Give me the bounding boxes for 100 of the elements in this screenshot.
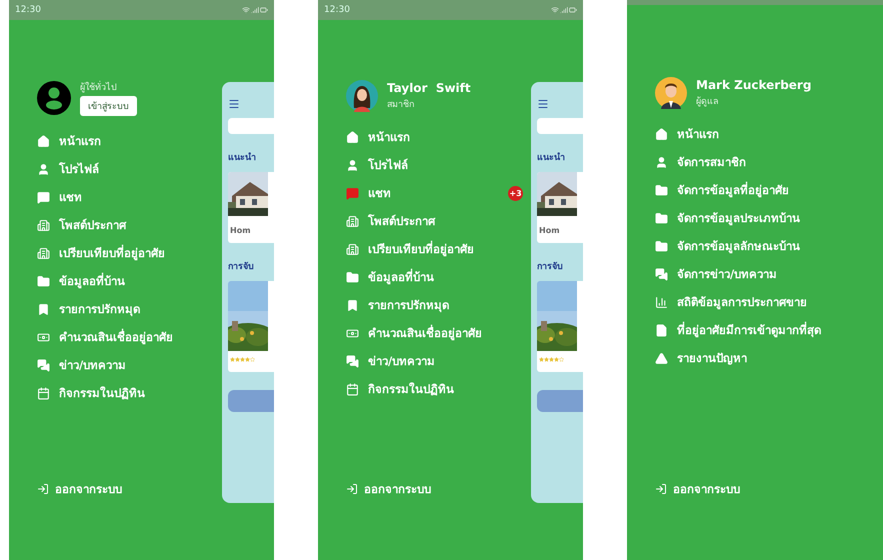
menu-label: เปรียบเทียบที่อยู่อาศัย (59, 244, 166, 262)
menu-item[interactable]: หน้าแรก (655, 125, 883, 143)
menu-item[interactable]: รายการปรักหมุด (346, 296, 531, 314)
status-time: 12:30 (324, 5, 350, 15)
battery-icon (260, 6, 268, 14)
menu-label: โพสต์ประกาศ (59, 217, 128, 234)
home-icon (655, 128, 668, 140)
logout-item[interactable]: ออกจากระบบ (346, 480, 531, 498)
menu-label: คำนวณสินเชื่ออยู่อาศัย (59, 328, 174, 346)
menu-item[interactable]: ที่อยู่อาศัยมีการเข้าดูมากที่สุด (655, 321, 883, 339)
building-icon (37, 218, 50, 232)
chat-bubbles-icon (346, 354, 359, 368)
search-field[interactable] (537, 118, 583, 134)
avatar-icon (655, 77, 687, 109)
menu-label: แชท (59, 189, 83, 206)
menu-label: หน้าแรก (368, 129, 411, 146)
menu-item[interactable]: แชท +3 (346, 184, 531, 202)
listing-card[interactable] (228, 281, 274, 372)
folder-icon (346, 270, 359, 284)
menu-item[interactable]: ข่าว/บทความ (346, 352, 531, 370)
exit-icon (37, 483, 49, 495)
chat-bubbles-icon (37, 358, 50, 372)
bookmark-icon (37, 302, 50, 316)
logout-item[interactable]: ออกจากระบบ (655, 480, 883, 498)
menu-item[interactable]: หน้าแรก (346, 128, 531, 146)
user-role: ผู้ใช้ทั่วไป (80, 80, 137, 94)
menu-label: คำนวณสินเชื่ออยู่อาศัย (368, 324, 483, 342)
chat-icon (37, 190, 50, 204)
building-icon (37, 246, 50, 260)
menu-label: จัดการข้อมูลประเภทบ้าน (677, 210, 801, 227)
menu-item[interactable]: หน้าแรก (37, 132, 222, 150)
menu-item[interactable]: กิจกรรมในปฏิทิน (37, 384, 222, 402)
menu-item[interactable]: โปรไฟล์ (346, 156, 531, 174)
menu-item[interactable]: คำนวณสินเชื่ออยู่อาศัย (346, 324, 531, 342)
user-role: สมาชิก (387, 98, 415, 111)
signal-icon (560, 6, 568, 14)
menu-label: จัดการข้อมูลที่อยู่อาศัย (677, 181, 790, 199)
menu-icon[interactable] (537, 98, 549, 110)
menu-item[interactable]: สถิติข้อมูลการประกาศขาย (655, 293, 883, 311)
document-icon (655, 324, 668, 336)
menu-label: โปรไฟล์ (59, 161, 100, 178)
chat-icon (346, 186, 359, 200)
menu-item[interactable]: รายการปรักหมุด (37, 300, 222, 318)
battery-icon (569, 6, 577, 14)
menu-item[interactable]: จัดการข่าว/บทความ (655, 265, 883, 283)
bookmark-icon (346, 298, 359, 312)
menu-item[interactable]: ข่าว/บทความ (37, 356, 222, 374)
menu-label: รายการปรักหมุด (59, 301, 141, 318)
wifi-icon (242, 6, 250, 14)
listing-card[interactable]: Hom (537, 172, 583, 243)
menu-item[interactable]: โพสต์ประกาศ (37, 216, 222, 234)
menu-item[interactable]: จัดการข้อมูลที่อยู่อาศัย (655, 181, 883, 199)
menu-item[interactable]: ข้อมูลอที่บ้าน (346, 268, 531, 286)
notification-badge: +3 (508, 186, 523, 200)
folder-icon (37, 274, 50, 288)
building-icon (346, 242, 359, 256)
search-field[interactable] (228, 118, 274, 134)
avatar-icon (346, 80, 378, 112)
menu-item[interactable]: โปรไฟล์ (37, 160, 222, 178)
building-icon (346, 214, 359, 228)
menu-item[interactable]: ข้อมูลอที่บ้าน (37, 272, 222, 290)
menu-label: ข้อมูลอที่บ้าน (59, 272, 126, 290)
exit-icon (655, 483, 667, 495)
logout-item[interactable]: ออกจากระบบ (37, 480, 222, 498)
calendar-icon (346, 382, 359, 396)
user-name: Taylor Swift (387, 81, 471, 95)
menu-item[interactable]: แชท (37, 188, 222, 206)
menu-item[interactable]: กิจกรรมในปฏิทิน (346, 380, 531, 398)
menu-label: โปรไฟล์ (368, 157, 409, 174)
menu-label: กิจกรรมในปฏิทิน (368, 381, 455, 398)
menu-item[interactable]: เปรียบเทียบที่อยู่อาศัย (346, 240, 531, 258)
menu-item[interactable]: จัดการข้อมูลประเภทบ้าน (655, 209, 883, 227)
chat-bubbles-icon (655, 268, 668, 280)
menu-item[interactable]: โพสต์ประกาศ (346, 212, 531, 230)
logout-label: ออกจากระบบ (364, 481, 432, 498)
menu-label: สถิติข้อมูลการประกาศขาย (677, 294, 808, 311)
home-icon (37, 134, 50, 148)
card-title: Hom (538, 225, 561, 237)
menu-item[interactable]: คำนวณสินเชื่ออยู่อาศัย (37, 328, 222, 346)
menu-label: ข่าว/บทความ (368, 353, 436, 370)
menu-icon[interactable] (228, 98, 240, 110)
section-title: แนะนำ (537, 151, 566, 164)
login-button[interactable]: เข้าสู่ระบบ (80, 96, 137, 116)
calendar-icon (37, 386, 50, 400)
menu-label: หน้าแรก (59, 133, 102, 150)
menu-label: รายงานปัญหา (677, 350, 748, 367)
menu-item[interactable]: จัดการข้อมูลลักษณะบ้าน (655, 237, 883, 255)
menu-label: โพสต์ประกาศ (368, 213, 436, 230)
menu-item[interactable]: รายงานปัญหา (655, 349, 883, 367)
menu-item[interactable]: เปรียบเทียบที่อยู่อาศัย (37, 244, 222, 262)
menu-label: กิจกรรมในปฏิทิน (59, 385, 146, 402)
listing-card[interactable] (537, 281, 583, 372)
user-icon (37, 162, 50, 176)
listing-card[interactable]: Hom (228, 172, 274, 243)
menu-item[interactable]: จัดการสมาชิก (655, 153, 883, 171)
home-icon (346, 130, 359, 144)
menu-label: ข้อมูลอที่บ้าน (368, 268, 435, 286)
signal-icon (251, 6, 259, 14)
banknote-icon (346, 326, 359, 340)
menu-label: ข่าว/บทความ (59, 357, 128, 374)
